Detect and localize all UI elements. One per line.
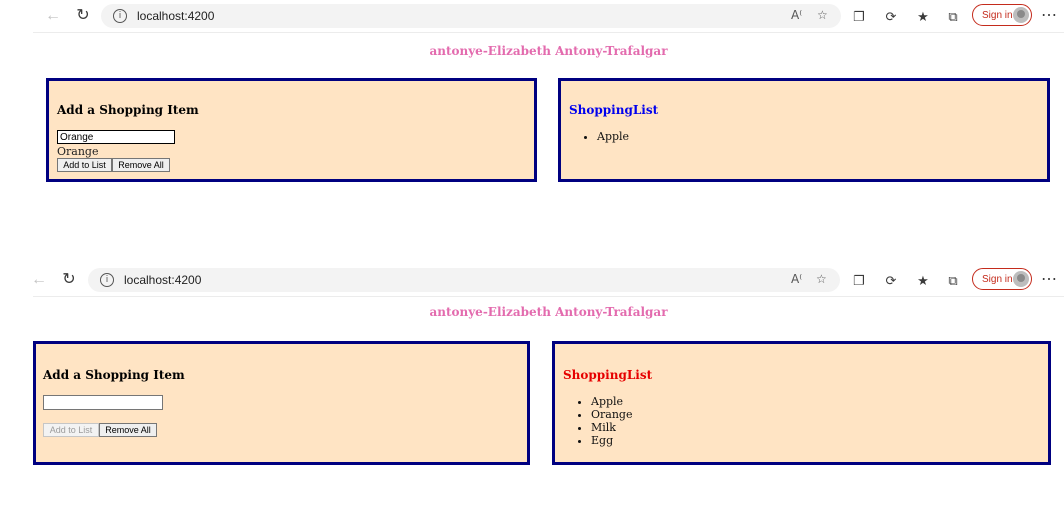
address-bar[interactable]: i localhost:4200 A⁽ ☆ <box>101 4 841 28</box>
refresh-icon[interactable]: ↻ <box>59 270 79 290</box>
avatar <box>1013 271 1029 287</box>
browser-toolbar: ← ↻ i localhost:4200 A⁽ ☆ ❐ ⟳ ★ ⧉ Sign i… <box>31 264 1064 297</box>
browser-essentials-icon[interactable]: ⟳ <box>881 6 901 26</box>
add-item-heading: Add a Shopping Item <box>43 368 185 382</box>
sign-in-label: Sign in <box>982 9 1013 21</box>
more-options-icon[interactable]: ⋯ <box>1039 270 1059 290</box>
site-info-icon[interactable]: i <box>100 273 114 287</box>
back-arrow-icon[interactable]: ← <box>29 270 49 290</box>
sign-in-button[interactable]: Sign in <box>972 4 1032 26</box>
url-text: localhost:4200 <box>137 9 215 23</box>
item-input[interactable] <box>43 395 163 410</box>
input-echo-text: Orange <box>57 145 99 158</box>
add-item-panel: Add a Shopping Item Orange Add to List R… <box>46 78 537 182</box>
shopping-list: Apple <box>569 130 629 143</box>
browser-toolbar: ← ↻ i localhost:4200 A⁽ ☆ ❐ ⟳ ★ ⧉ Sign i… <box>33 0 1064 33</box>
list-item: Apple <box>597 130 629 143</box>
more-options-icon[interactable]: ⋯ <box>1039 6 1059 26</box>
screenshot-after: ← ↻ i localhost:4200 A⁽ ☆ ❐ ⟳ ★ ⧉ Sign i… <box>31 264 1064 509</box>
add-item-panel: Add a Shopping Item Add to List Remove A… <box>33 341 530 465</box>
favorites-icon[interactable]: ★ <box>913 6 933 26</box>
page-title: antonye-Elizabeth Antony-Trafalgar <box>429 305 668 319</box>
item-input[interactable] <box>57 130 175 144</box>
shopping-list-panel: ShoppingList AppleOrangeMilkEgg <box>552 341 1051 465</box>
refresh-icon[interactable]: ↻ <box>73 6 93 26</box>
collections-icon[interactable]: ⧉ <box>943 6 963 26</box>
shopping-list-heading: ShoppingList <box>569 103 659 117</box>
list-item: Apple <box>591 395 632 408</box>
list-item: Egg <box>591 434 632 447</box>
sign-in-label: Sign in <box>982 273 1013 285</box>
list-item: Orange <box>591 408 632 421</box>
browser-essentials-icon[interactable]: ⟳ <box>881 270 901 290</box>
screenshot-before: ← ↻ i localhost:4200 A⁽ ☆ ❐ ⟳ ★ ⧉ Sign i… <box>33 0 1064 240</box>
read-aloud-icon[interactable]: A⁽ <box>791 272 802 286</box>
extensions-icon[interactable]: ❐ <box>849 6 869 26</box>
add-to-list-button[interactable]: Add to List <box>43 423 99 437</box>
favorites-icon[interactable]: ★ <box>913 270 933 290</box>
remove-all-button[interactable]: Remove All <box>112 158 170 172</box>
read-aloud-icon[interactable]: A⁽ <box>791 8 802 22</box>
sign-in-button[interactable]: Sign in <box>972 268 1032 290</box>
url-text: localhost:4200 <box>124 273 202 287</box>
remove-all-button[interactable]: Remove All <box>99 423 157 437</box>
add-to-list-button[interactable]: Add to List <box>57 158 112 172</box>
address-bar[interactable]: i localhost:4200 A⁽ ☆ <box>88 268 840 292</box>
page-title: antonye-Elizabeth Antony-Trafalgar <box>429 44 668 58</box>
site-info-icon[interactable]: i <box>113 9 127 23</box>
list-item: Milk <box>591 421 632 434</box>
shopping-list: AppleOrangeMilkEgg <box>563 395 632 447</box>
add-favorite-icon[interactable]: ☆ <box>817 8 828 22</box>
shopping-list-panel: ShoppingList Apple <box>558 78 1050 182</box>
extensions-icon[interactable]: ❐ <box>849 270 869 290</box>
back-arrow-icon[interactable]: ← <box>43 6 63 26</box>
add-item-heading: Add a Shopping Item <box>57 103 199 117</box>
shopping-list-heading: ShoppingList <box>563 368 653 382</box>
collections-icon[interactable]: ⧉ <box>943 270 963 290</box>
add-favorite-icon[interactable]: ☆ <box>816 272 827 286</box>
avatar <box>1013 7 1029 23</box>
